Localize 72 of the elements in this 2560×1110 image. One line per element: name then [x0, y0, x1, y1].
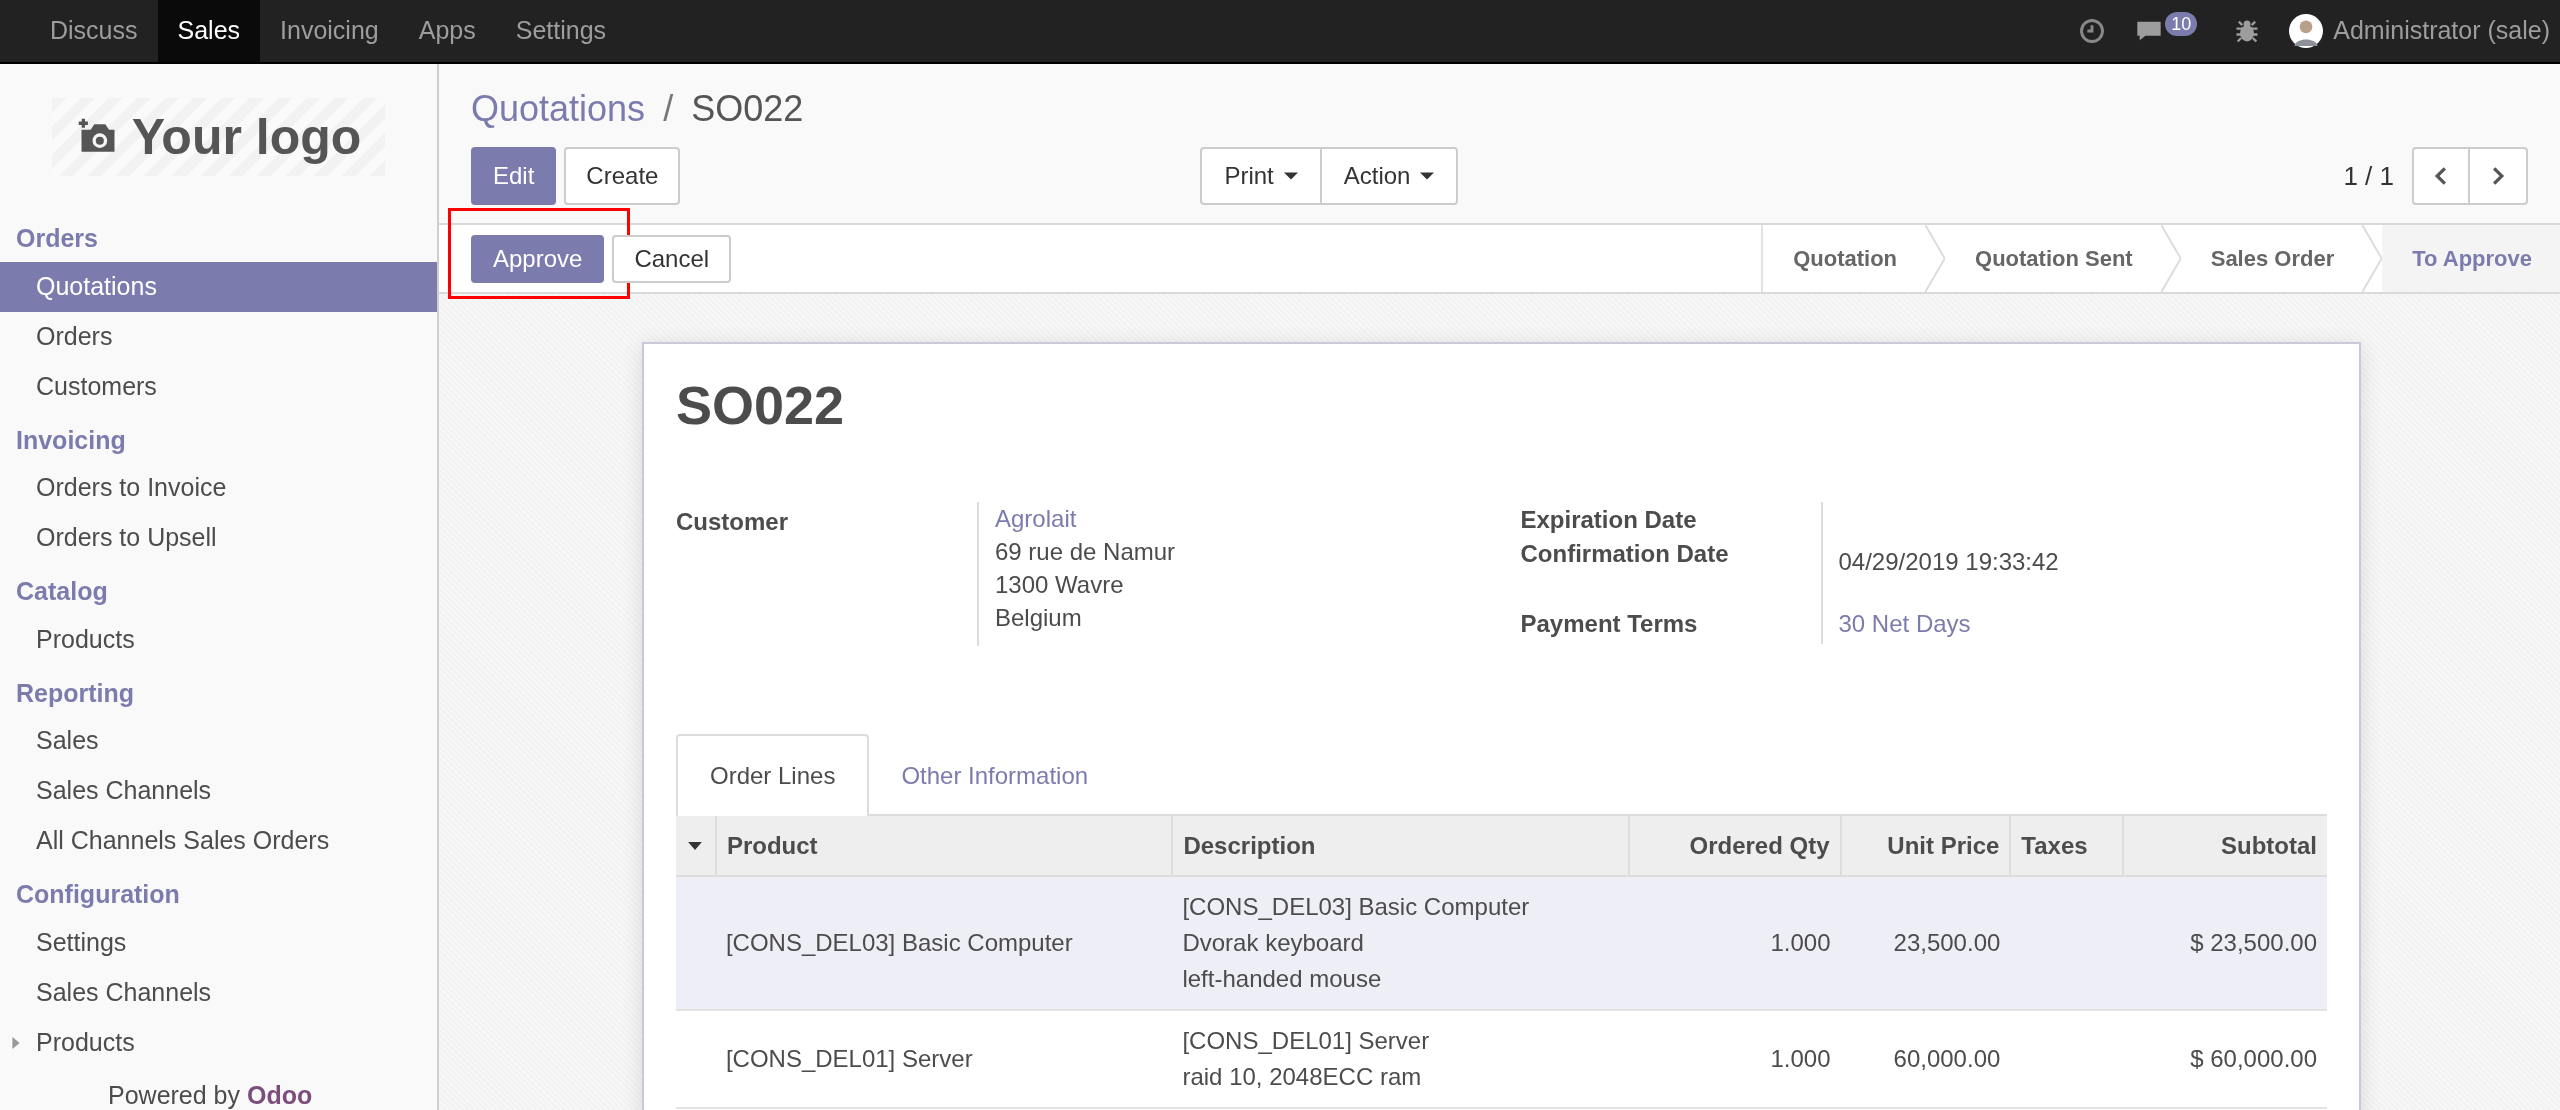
- tab[interactable]: Order Lines: [676, 734, 870, 816]
- field-label: Payment Terms: [1520, 609, 1699, 639]
- create-button[interactable]: Create: [564, 147, 681, 205]
- column-header[interactable]: Subtotal: [2123, 816, 2327, 876]
- sidebar-item[interactable]: Settings: [0, 917, 437, 968]
- caret-icon[interactable]: [688, 841, 703, 850]
- table-cell: 1.000: [1629, 1010, 1841, 1108]
- sidebar-item[interactable]: Orders: [0, 311, 437, 362]
- dropdown-button[interactable]: Action: [1321, 147, 1459, 205]
- status-step[interactable]: To Approve: [2382, 225, 2560, 292]
- next-button[interactable]: [2470, 147, 2528, 205]
- table-cell: $ 60,000.00: [2123, 1010, 2327, 1108]
- approve-button[interactable]: Approve: [471, 234, 605, 283]
- table-cell: 23,500.00: [1840, 876, 2011, 1010]
- sidebar-item[interactable]: Quotations: [0, 261, 437, 312]
- breadcrumb-link[interactable]: Quotations: [471, 82, 646, 136]
- breadcrumb-current: SO022: [691, 87, 804, 131]
- field-value: 04/29/2019 19:33:42: [1838, 548, 2059, 575]
- user-menu[interactable]: Administrator (sale): [2333, 12, 2550, 50]
- customer-link[interactable]: Agrolait: [995, 502, 1176, 535]
- table-row[interactable]: [CONS_DEL01] Server [CONS_DEL01] Server raid 10, 2048ECC ram 1.000 60,000.00 $ 60,000.00: [676, 1010, 2327, 1108]
- table-cell: 60,000.00: [1840, 1010, 2011, 1108]
- sidebar-item[interactable]: Sales Channels: [0, 766, 437, 816]
- menu-item[interactable]: Discuss: [30, 0, 158, 62]
- section-header: Orders: [15, 223, 99, 254]
- field-label: Expiration Date: [1520, 505, 1698, 535]
- section-header: Configuration: [15, 879, 181, 910]
- caret-icon: [1283, 172, 1298, 180]
- section-header: Reporting: [15, 677, 136, 709]
- sidebar-item[interactable]: All Channels Sales Orders: [0, 816, 437, 866]
- sidebar-item[interactable]: Sales Channels: [0, 967, 437, 1018]
- sidebar-item[interactable]: Orders to Upsell: [0, 513, 437, 563]
- sidebar-item[interactable]: Products: [0, 614, 437, 665]
- menu-item[interactable]: Settings: [495, 0, 627, 62]
- message-count-badge: 10: [2165, 12, 2198, 36]
- section-header: Catalog: [15, 576, 109, 607]
- sidebar-item[interactable]: Customers: [0, 361, 437, 412]
- caret-icon: [1420, 172, 1435, 180]
- clock-icon[interactable]: [2078, 17, 2107, 45]
- cancel-button[interactable]: Cancel: [612, 234, 732, 283]
- edit-button[interactable]: Edit: [471, 147, 557, 205]
- table-cell: [CONS_DEL01] Server raid 10, 2048ECC ram: [1172, 1010, 1629, 1108]
- field-label: Confirmation Date: [1520, 539, 1730, 569]
- address-line: 1300 Wavre: [995, 570, 1125, 600]
- sidebar-item[interactable]: Orders to Invoice: [0, 463, 437, 513]
- table-cell: $ 23,500.00: [2123, 876, 2327, 1010]
- sidebar-item[interactable]: Sales: [0, 716, 437, 766]
- breadcrumb-separator: /: [663, 87, 674, 131]
- chevron-left-icon: [2434, 167, 2448, 185]
- menu-item[interactable]: Sales: [157, 0, 261, 62]
- previous-button[interactable]: [2412, 147, 2470, 205]
- dropdown-button[interactable]: Print: [1200, 147, 1322, 205]
- section-header: Invoicing: [15, 424, 127, 456]
- table-cell: [CONS_DEL01] Server: [715, 1010, 1173, 1108]
- field-label: Customer: [676, 507, 790, 537]
- menu-item[interactable]: Apps: [398, 0, 496, 62]
- powered-by-text: Powered by Odoo: [108, 1079, 313, 1110]
- payment-terms-link[interactable]: 30 Net Days: [1838, 610, 1971, 637]
- menu-item[interactable]: Invoicing: [260, 0, 399, 62]
- avatar-icon[interactable]: [2289, 14, 2324, 48]
- tab[interactable]: Other Information: [869, 736, 1121, 816]
- address-line: 69 rue de Namur: [995, 537, 1176, 567]
- record-title: SO022: [676, 374, 846, 437]
- pager-value: 1 / 1: [2343, 159, 2394, 193]
- table-row[interactable]: [CONS_DEL03] Basic Computer [CONS_DEL03] Basic Computer Dvorak keyboard left-handed mouse 1.000 23,500.00 $ 23,500.00: [676, 876, 2327, 1010]
- table-cell: [CONS_DEL03] Basic Computer Dvorak keyboard left-handed mouse: [1172, 876, 1629, 1010]
- table-cell: 1.000: [1629, 876, 1841, 1010]
- chevron-right-icon: [2491, 167, 2505, 185]
- table-cell: [CONS_DEL03] Basic Computer: [715, 876, 1173, 1010]
- logo[interactable]: Your logo: [51, 98, 386, 176]
- sidebar-item[interactable]: Products: [0, 1017, 437, 1068]
- address-line: Belgium: [995, 603, 1083, 633]
